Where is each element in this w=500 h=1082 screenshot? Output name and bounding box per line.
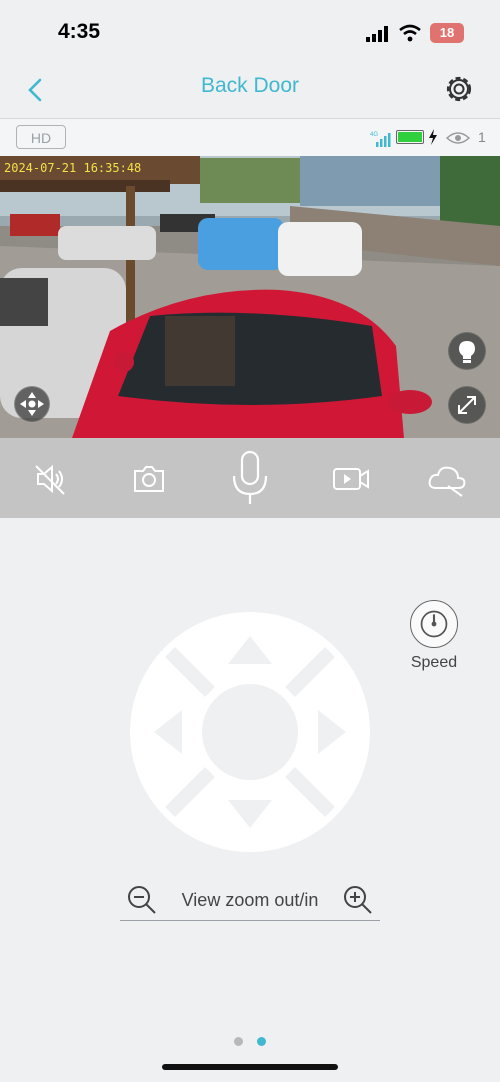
mute-speaker-icon[interactable] — [30, 458, 72, 500]
live-video-feed[interactable]: 2024-07-21 16:35:48 — [0, 156, 500, 438]
charging-bolt-icon — [429, 129, 437, 145]
cellular-signal-icon — [366, 26, 388, 42]
network-signal-icon: 4G — [370, 132, 391, 147]
video-frame — [0, 156, 500, 438]
control-toolbar — [0, 438, 500, 518]
nav-bar: Back Door — [0, 62, 500, 118]
status-time: 4:35 — [58, 20, 101, 43]
camera-battery-fill — [398, 132, 422, 142]
cloud-storage-icon[interactable] — [426, 458, 468, 500]
viewer-count: 1 — [478, 129, 486, 145]
status-bar: 4:35 18 — [0, 0, 500, 62]
page-dot-2-active[interactable] — [257, 1037, 266, 1046]
speed-button[interactable] — [410, 600, 458, 648]
hd-quality-toggle[interactable]: HD — [16, 125, 66, 149]
home-indicator[interactable] — [162, 1064, 338, 1070]
wifi-icon — [399, 24, 421, 42]
network-type-label: 4G — [370, 132, 378, 138]
phone-battery-indicator: 18 — [430, 23, 464, 43]
fullscreen-icon[interactable] — [448, 386, 486, 424]
camera-snapshot-icon[interactable] — [128, 458, 170, 500]
speed-label: Speed — [410, 654, 458, 671]
zoom-in-icon[interactable] — [342, 884, 374, 916]
viewers-eye-icon — [446, 132, 470, 144]
video-timestamp: 2024-07-21 16:35:48 — [4, 161, 142, 175]
zoom-control-row: View zoom out/in — [120, 880, 380, 921]
camera-battery-icon — [396, 130, 424, 144]
camera-info-bar: HD 4G 1 — [0, 118, 500, 157]
record-video-icon[interactable] — [330, 458, 372, 500]
zoom-label: View zoom out/in — [181, 890, 319, 910]
page-dot-1[interactable] — [234, 1037, 243, 1046]
light-bulb-icon[interactable] — [448, 332, 486, 370]
ptz-toggle-icon[interactable] — [14, 386, 50, 422]
settings-gear-icon[interactable] — [440, 70, 478, 108]
ptz-direction-pad — [130, 612, 370, 852]
zoom-out-icon[interactable] — [126, 884, 158, 916]
microphone-icon[interactable] — [226, 450, 274, 506]
page-title: Back Door — [200, 74, 300, 97]
